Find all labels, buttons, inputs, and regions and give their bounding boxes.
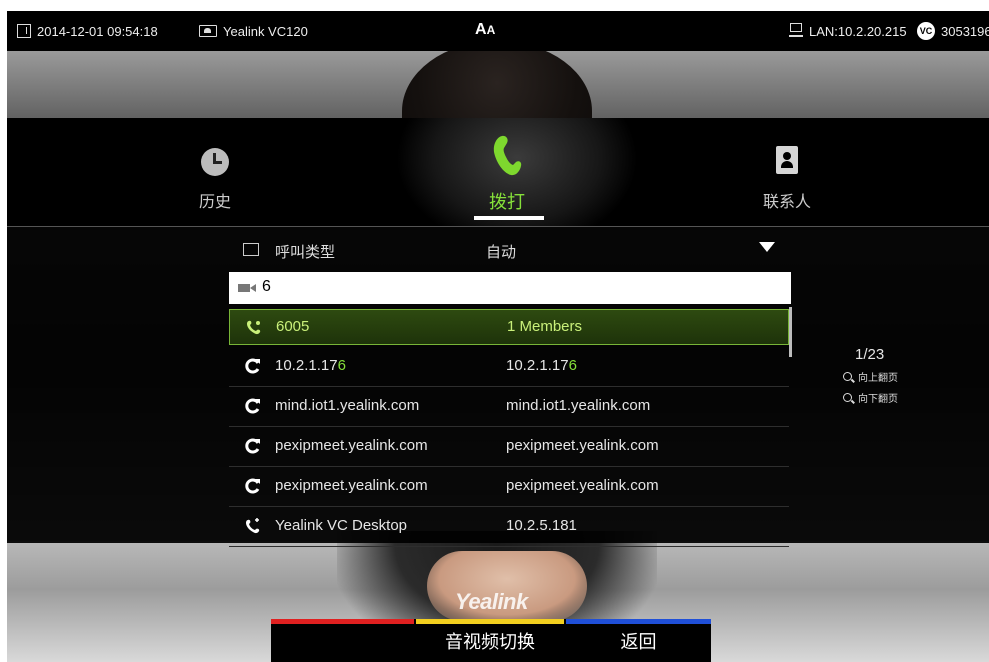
yealink-logo: Yealink bbox=[455, 589, 528, 614]
page-down-label: 向下翻页 bbox=[858, 394, 898, 405]
account-text: 3053196 bbox=[941, 23, 989, 39]
tab-dial[interactable]: 拨打 bbox=[472, 118, 544, 226]
red-key-indicator bbox=[271, 619, 414, 624]
phone-icon bbox=[493, 135, 522, 176]
network-status: LAN:10.2.20.215 bbox=[789, 11, 907, 51]
dropdown-arrow-icon[interactable] bbox=[759, 242, 775, 252]
calendar-icon bbox=[17, 24, 31, 38]
softkey-red[interactable] bbox=[271, 619, 414, 662]
contacts-book-icon bbox=[776, 146, 798, 174]
datetime-display: 2014-12-01 09:54:18 bbox=[17, 11, 158, 51]
screen: 2014-12-01 09:54:18 Yealink VC120 AA LAN… bbox=[7, 11, 989, 662]
account-status: VC 3053196 bbox=[917, 11, 989, 51]
av-switch-button[interactable]: 音视频切换 bbox=[416, 619, 564, 662]
result-number: pexipmeet.yealink.com bbox=[506, 437, 659, 454]
menu-tabs: 历史 拨打 联系人 bbox=[7, 118, 989, 227]
active-tab-indicator bbox=[474, 216, 544, 220]
list-item[interactable]: Yealink VC Desktop 10.2.5.181 bbox=[229, 507, 789, 547]
datetime-text: 2014-12-01 09:54:18 bbox=[37, 23, 158, 39]
tab-dial-label: 拨打 bbox=[489, 192, 525, 212]
list-item[interactable]: 6005 1 Members bbox=[229, 309, 789, 345]
tab-contacts[interactable]: 联系人 bbox=[757, 118, 817, 226]
tab-history-label: 历史 bbox=[198, 194, 231, 211]
device-name-text: Yealink VC120 bbox=[223, 23, 308, 39]
result-number: mind.iot1.yealink.com bbox=[506, 397, 651, 414]
clock-icon bbox=[201, 148, 229, 176]
page-up-label: 向上翻页 bbox=[858, 373, 898, 384]
dial-input-value: 6 bbox=[262, 278, 271, 295]
status-bar: 2014-12-01 09:54:18 Yealink VC120 AA LAN… bbox=[7, 11, 989, 51]
font-size-big: A bbox=[475, 21, 487, 38]
av-switch-label: 音视频切换 bbox=[445, 631, 535, 652]
lan-icon bbox=[789, 23, 803, 39]
device-name-display: Yealink VC120 bbox=[199, 11, 308, 51]
call-type-label: 呼叫类型 bbox=[275, 244, 336, 261]
list-scrollbar[interactable] bbox=[789, 307, 792, 357]
page-count: 1/23 bbox=[855, 346, 885, 363]
list-item[interactable]: pexipmeet.yealink.com pexipmeet.yealink.… bbox=[229, 427, 789, 467]
dial-input[interactable]: 6 bbox=[229, 272, 791, 304]
result-number: pexipmeet.yealink.com bbox=[506, 477, 659, 494]
zoom-out-icon bbox=[843, 393, 852, 402]
match-highlight: 6 bbox=[337, 357, 346, 374]
zoom-in-icon bbox=[843, 372, 852, 381]
font-size-small: A bbox=[486, 23, 496, 37]
contact-call-icon bbox=[246, 518, 260, 534]
match-highlight: 6 bbox=[568, 357, 577, 374]
result-name: pexipmeet.yealink.com bbox=[275, 437, 428, 454]
result-name: mind.iot1.yealink.com bbox=[275, 397, 420, 414]
list-item[interactable]: mind.iot1.yealink.com mind.iot1.yealink.… bbox=[229, 387, 789, 427]
result-name: pexipmeet.yealink.com bbox=[275, 477, 428, 494]
device-icon bbox=[199, 25, 217, 37]
result-number: 10.2.5.181 bbox=[506, 517, 577, 534]
page-down-hint[interactable]: 向下翻页 bbox=[843, 390, 898, 405]
result-name: 10.2.1.176 bbox=[275, 357, 346, 374]
list-item[interactable]: pexipmeet.yealink.com pexipmeet.yealink.… bbox=[229, 467, 789, 507]
result-number-text: 10.2.1.17 bbox=[506, 357, 569, 374]
outgoing-call-icon bbox=[245, 438, 260, 454]
network-text: LAN:10.2.20.215 bbox=[809, 23, 907, 39]
result-name: 6005 bbox=[276, 318, 310, 335]
page-up-hint[interactable]: 向上翻页 bbox=[843, 369, 898, 384]
dial-menu: 历史 拨打 联系人 呼叫类型 自动 6 6005 1 Members 10.2.… bbox=[7, 118, 989, 547]
call-type-value: 自动 bbox=[486, 244, 517, 261]
yellow-key-indicator bbox=[416, 619, 564, 624]
softkey-bar: 音视频切换 返回 bbox=[271, 619, 711, 662]
conference-icon bbox=[247, 320, 261, 335]
outgoing-call-icon bbox=[245, 478, 260, 494]
list-item[interactable]: 10.2.1.176 10.2.1.176 bbox=[229, 347, 789, 387]
back-label: 返回 bbox=[620, 631, 657, 652]
blue-key-indicator bbox=[566, 619, 711, 624]
call-type-selector[interactable]: 呼叫类型 自动 bbox=[243, 236, 787, 266]
back-button[interactable]: 返回 bbox=[566, 619, 711, 662]
font-size-icon[interactable]: AA bbox=[475, 21, 495, 39]
video-camera-icon bbox=[238, 284, 256, 292]
tab-history[interactable]: 历史 bbox=[185, 118, 245, 226]
vc-account-icon: VC bbox=[917, 22, 935, 40]
call-type-icon bbox=[243, 243, 259, 256]
result-name: Yealink VC Desktop bbox=[275, 517, 408, 534]
outgoing-call-icon bbox=[245, 398, 260, 414]
search-results-list: 6005 1 Members 10.2.1.176 10.2.1.176 min… bbox=[229, 307, 789, 547]
outgoing-call-icon bbox=[245, 358, 260, 374]
result-name-text: 10.2.1.17 bbox=[275, 357, 338, 374]
page-indicator: 1/23 向上翻页 向下翻页 bbox=[843, 346, 898, 405]
result-number: 1 Members bbox=[507, 318, 583, 335]
tab-contacts-label: 联系人 bbox=[762, 194, 811, 211]
result-number: 10.2.1.176 bbox=[506, 357, 577, 374]
